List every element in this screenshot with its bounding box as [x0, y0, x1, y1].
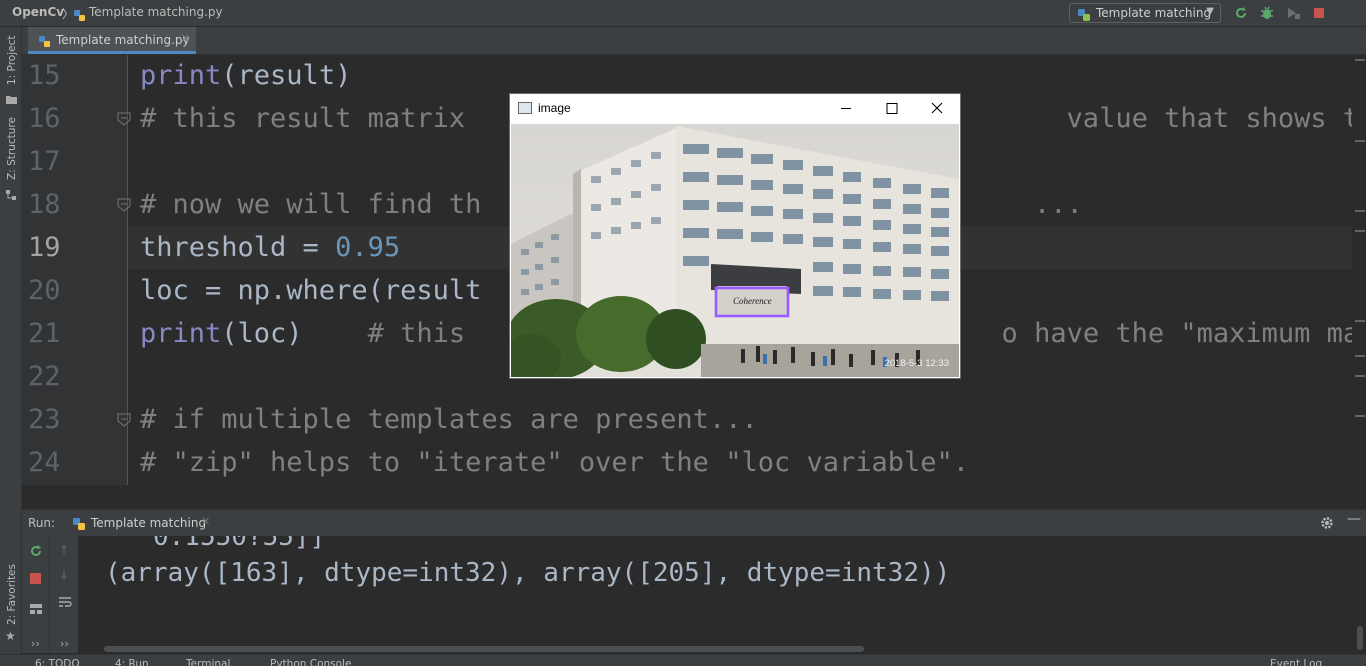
error-stripe [1352, 55, 1366, 485]
code-line[interactable]: loc = np.where(result [140, 269, 481, 312]
line-number-gutter: 15 16 17 18 19 20 21 22 23 24 [22, 55, 131, 485]
line-number: 23 [28, 404, 61, 435]
minimize-panel-icon[interactable]: — [1347, 511, 1361, 527]
breadcrumb-project[interactable]: OpenCv [12, 5, 64, 19]
window-app-icon [518, 102, 532, 114]
line-number: 16 [28, 103, 61, 134]
image-window-title: image [538, 101, 571, 115]
line-number: 22 [28, 361, 61, 392]
code-line[interactable]: # if multiple templates are present... [140, 398, 758, 441]
scroll-up-icon[interactable]: ↑ [59, 543, 69, 557]
restore-layout-icon[interactable] [29, 600, 43, 619]
python-file-icon [38, 33, 51, 52]
run-panel-header: Run: Template matching ✕ — [22, 509, 1366, 536]
fold-marker-icon[interactable] [117, 111, 131, 126]
event-log-button[interactable]: Event Log [1270, 658, 1322, 666]
close-tab-icon[interactable]: ✕ [181, 32, 190, 45]
tab-template-matching[interactable]: Template matching.py ✕ [28, 27, 196, 54]
scroll-down-icon[interactable]: ↓ [59, 568, 69, 582]
run-tab-label: Template matching [91, 516, 207, 530]
run-panel-label: Run: [28, 516, 56, 530]
fold-marker-icon[interactable] [117, 197, 131, 212]
close-window-button[interactable] [914, 94, 960, 124]
project-tool-button[interactable]: 1: Project [6, 36, 18, 85]
run-configuration-dropdown[interactable]: Template matching ▼ [1069, 3, 1221, 23]
line-number: 17 [28, 146, 61, 177]
run-console[interactable]: 0.1550?55]] (array([163], dtype=int32), … [78, 536, 1352, 653]
breadcrumb-file[interactable]: Template matching.py [89, 5, 223, 19]
line-number: 15 [28, 60, 61, 91]
code-token: loc = np.where(result [140, 275, 482, 306]
code-token: print [140, 60, 222, 91]
sign-text: Coherence [733, 296, 772, 306]
run-tool-button[interactable]: 4: Run [115, 658, 149, 666]
favorites-tool-button[interactable]: 2: Favorites [6, 564, 18, 625]
code-line[interactable]: threshold = 0.95 [140, 226, 400, 269]
structure-icon [6, 185, 17, 204]
code-token: 0.95 [335, 232, 401, 263]
python-file-icon [73, 7, 86, 26]
code-token: (loc) [221, 318, 368, 349]
python-console-tool-button[interactable]: Python Console [270, 658, 351, 666]
line-number: 18 [28, 189, 61, 220]
run-configuration-label: Template matching [1096, 6, 1212, 20]
line-number: 21 [28, 318, 61, 349]
line-number: 19 [28, 232, 61, 263]
tab-label: Template matching.py [56, 33, 190, 47]
code-token: threshold = [140, 232, 336, 263]
run-with-coverage-icon[interactable] [1285, 5, 1301, 21]
run-tab-template-matching[interactable]: Template matching ✕ [66, 510, 216, 536]
rerun-icon[interactable] [1233, 5, 1249, 21]
rerun-icon[interactable] [29, 543, 43, 562]
chevron-down-icon: ▼ [1206, 6, 1214, 17]
minimize-button[interactable] [823, 94, 869, 124]
fold-marker-icon[interactable] [117, 412, 131, 427]
star-icon: ★ [5, 629, 16, 643]
code-token: # if multiple templates are present... [140, 404, 758, 435]
editor-tab-bar: Template matching.py ✕ [22, 27, 1366, 55]
console-partial-line: 0.1550?55]] [153, 536, 326, 552]
python-icon [72, 516, 86, 535]
code-token: (result) [221, 60, 352, 91]
photo-timestamp: 2018-5-3 12:33 [884, 358, 949, 369]
maximize-button[interactable] [869, 94, 915, 124]
console-horizontal-scrollbar[interactable] [104, 646, 864, 652]
soft-wrap-icon[interactable] [58, 594, 72, 613]
close-run-tab-icon[interactable]: ✕ [201, 515, 210, 528]
tool-window-bar: 6: TODO 4: Run Terminal Python Console E… [0, 654, 1366, 666]
image-window-titlebar[interactable]: image [510, 94, 960, 124]
python-run-icon [1077, 7, 1091, 26]
run-panel-toolbar: ›› ↑ ↓ ›› [22, 536, 78, 653]
navigation-bar: OpenCv 〉 Template matching.py Template m… [0, 0, 1366, 27]
debug-icon[interactable] [1259, 5, 1275, 21]
building-photo: Coherence 2018-5-3 12:33 [511, 124, 959, 377]
todo-tool-button[interactable]: 6: TODO [35, 658, 80, 666]
code-token: print [140, 318, 222, 349]
line-number: 20 [28, 275, 61, 306]
console-vertical-scrollbar[interactable] [1357, 626, 1363, 650]
terminal-tool-button[interactable]: Terminal [186, 658, 230, 666]
gear-icon[interactable] [1320, 515, 1334, 534]
code-line[interactable]: print(result) [140, 55, 351, 97]
more-actions-icon[interactable]: ›› [31, 637, 40, 650]
line-number: 24 [28, 447, 61, 478]
more-actions-icon-2[interactable]: ›› [60, 637, 69, 650]
folder-icon [6, 89, 17, 108]
console-output-line: (array([163], dtype=int32), array([205],… [105, 558, 951, 588]
structure-tool-button[interactable]: Z: Structure [6, 117, 18, 180]
stop-icon[interactable] [30, 570, 42, 589]
left-tool-window-strip: 1: Project Z: Structure 2: Favorites ★ [0, 27, 22, 666]
code-line[interactable]: # "zip" helps to "iterate" over the "loc… [140, 441, 969, 484]
image-window[interactable]: image Coherence 2018-5-3 12:33 [510, 94, 960, 378]
stop-icon[interactable] [1311, 5, 1327, 21]
code-token: # "zip" helps to "iterate" over the "loc… [140, 447, 970, 478]
